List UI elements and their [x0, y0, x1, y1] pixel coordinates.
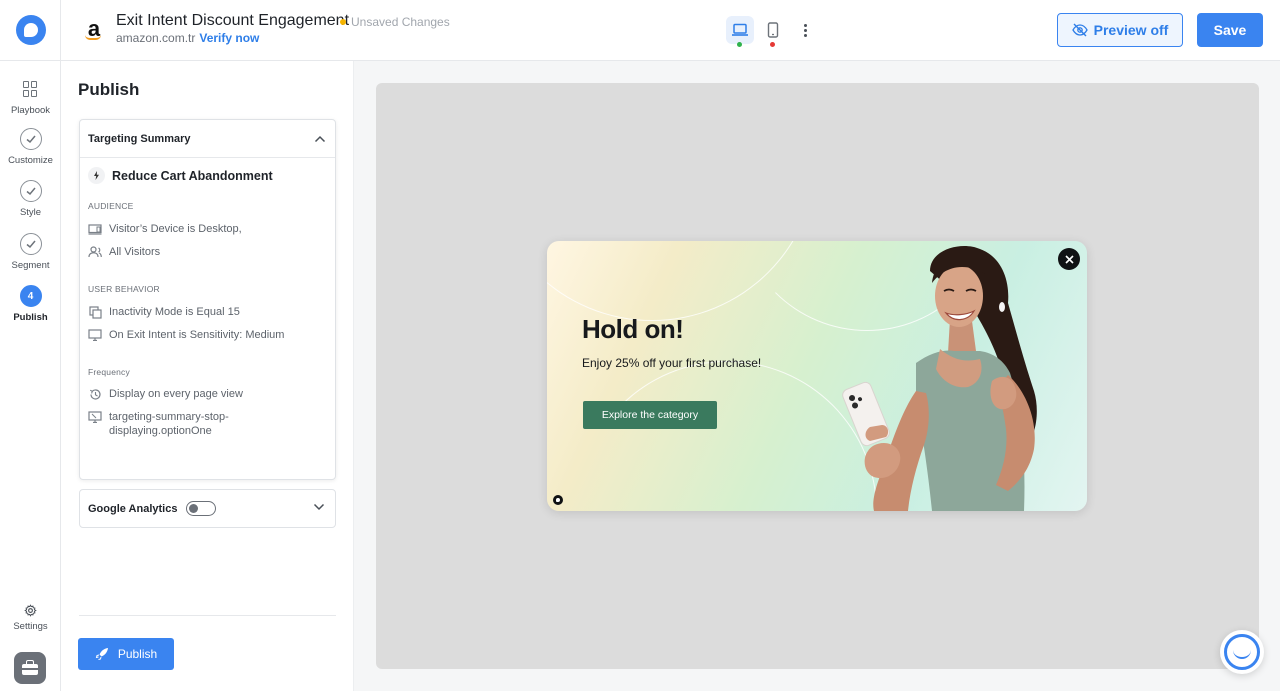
frequency-rule-text: Display on every page view	[109, 388, 243, 400]
rocket-icon	[95, 648, 108, 660]
audience-rule-text: Visitor’s Device is Desktop,	[109, 223, 242, 235]
step-label: Segment	[11, 260, 50, 271]
step-label: Customize	[8, 155, 53, 166]
gear-icon	[24, 604, 37, 617]
grid-icon	[22, 81, 39, 97]
panel-divider	[79, 615, 336, 616]
laptop-icon	[732, 23, 748, 36]
step-segment[interactable]: Segment	[0, 233, 61, 271]
behavior-rule: Inactivity Mode is Equal 15	[88, 305, 309, 319]
google-analytics-toggle[interactable]	[186, 501, 217, 516]
chevron-down-icon[interactable]	[313, 503, 325, 511]
publish-button-label: Publish	[117, 647, 158, 661]
step-style[interactable]: Style	[0, 180, 61, 218]
domain-line: amazon.com.tr Verify now	[116, 31, 259, 45]
brand-badge-icon	[553, 495, 563, 505]
step-customize[interactable]: Customize	[0, 128, 61, 166]
google-analytics-card: Google Analytics	[79, 489, 336, 528]
chat-smile-icon	[1224, 634, 1260, 670]
more-options-icon[interactable]	[798, 20, 812, 40]
save-button[interactable]: Save	[1197, 13, 1263, 47]
verify-now-link[interactable]: Verify now	[199, 31, 259, 45]
check-circle-icon	[19, 128, 42, 150]
targeting-summary-title: Targeting Summary	[88, 132, 191, 145]
preview-toggle-button[interactable]: Preview off	[1057, 13, 1183, 47]
chevron-up-icon	[314, 135, 326, 142]
rail-divider	[0, 60, 61, 61]
goal-title: Reduce Cart Abandonment	[112, 168, 273, 183]
behavior-rule-text: On Exit Intent is Sensitivity: Medium	[109, 329, 285, 341]
briefcase-button[interactable]	[14, 652, 46, 684]
step-playbook[interactable]: Playbook	[0, 78, 61, 116]
step-label: Style	[19, 207, 42, 218]
mobile-view-button[interactable]	[759, 16, 787, 47]
amazon-smile-icon	[85, 35, 101, 40]
frequency-rule: targeting-summary-stop-displaying.option…	[88, 410, 247, 438]
briefcase-icon	[22, 660, 38, 675]
check-circle-icon	[19, 180, 42, 202]
close-icon[interactable]	[1058, 248, 1080, 270]
users-icon	[88, 245, 102, 259]
left-rail: Playbook Customize Style Segment 4 Publi…	[0, 0, 61, 691]
preview-button-label: Preview off	[1093, 22, 1169, 38]
audience-rule: Visitor’s Device is Desktop,	[88, 222, 279, 236]
popup-preview[interactable]: Hold on! Enjoy 25% off your first purcha…	[547, 241, 1087, 511]
history-icon	[88, 387, 102, 401]
frequency-rule: Display on every page view	[88, 387, 309, 401]
google-analytics-label: Google Analytics	[88, 502, 178, 515]
monitor-stop-icon	[88, 410, 102, 424]
audience-rule-text: All Visitors	[109, 246, 161, 258]
goal-row: Reduce Cart Abandonment	[88, 167, 273, 184]
toggle-knob	[189, 503, 199, 513]
unsaved-status: Unsaved Changes	[340, 15, 450, 29]
app-logo-icon[interactable]	[16, 15, 46, 45]
top-header: a Exit Intent Discount Engagement Unsave…	[61, 0, 1280, 61]
audience-rule: All Visitors	[88, 245, 279, 259]
popup-subheading: Enjoy 25% off your first purchase!	[582, 356, 762, 370]
step-label: Playbook	[10, 105, 51, 116]
publish-button[interactable]: Publish	[78, 638, 174, 670]
eye-off-icon	[1071, 23, 1088, 37]
check-circle-icon	[19, 233, 42, 255]
panel-title: Publish	[78, 80, 140, 99]
unsaved-dot-icon	[340, 19, 346, 25]
campaign-title[interactable]: Exit Intent Discount Engagement	[116, 12, 349, 30]
audience-label: AUDIENCE	[88, 201, 134, 211]
step-publish[interactable]: 4 Publish	[0, 285, 61, 323]
publish-panel: Publish Targeting Summary Reduce Cart Ab…	[61, 61, 354, 691]
popup-heading: Hold on!	[582, 314, 684, 344]
user-behavior-label: USER BEHAVIOR	[88, 284, 160, 294]
step-label: Publish	[13, 312, 48, 323]
settings-label: Settings	[13, 621, 48, 632]
explore-category-button[interactable]: Explore the category	[583, 401, 717, 429]
desktop-status-dot	[737, 42, 742, 47]
chat-widget-button[interactable]	[1220, 630, 1264, 674]
step-number-badge: 4	[19, 285, 42, 307]
lightning-icon	[88, 167, 105, 184]
monitor-icon	[88, 328, 102, 342]
copy-icon	[88, 305, 102, 319]
frequency-label: Frequency	[88, 367, 130, 377]
behavior-rule-text: Inactivity Mode is Equal 15	[109, 306, 240, 318]
settings-button[interactable]: Settings	[0, 604, 61, 632]
desktop-icon	[88, 222, 102, 236]
desktop-view-button[interactable]	[726, 16, 754, 47]
domain-text: amazon.com.tr	[116, 31, 196, 45]
smartphone-icon	[767, 22, 779, 38]
woman-with-phone-photo	[842, 245, 1037, 511]
behavior-rule: On Exit Intent is Sensitivity: Medium	[88, 328, 329, 342]
targeting-summary-header[interactable]: Targeting Summary	[80, 120, 335, 158]
targeting-summary-card: Targeting Summary Reduce Cart Abandonmen…	[79, 119, 336, 480]
frequency-rule-text: targeting-summary-stop-displaying.option…	[109, 411, 229, 437]
unsaved-status-text: Unsaved Changes	[351, 15, 450, 29]
mobile-status-dot	[770, 42, 775, 47]
